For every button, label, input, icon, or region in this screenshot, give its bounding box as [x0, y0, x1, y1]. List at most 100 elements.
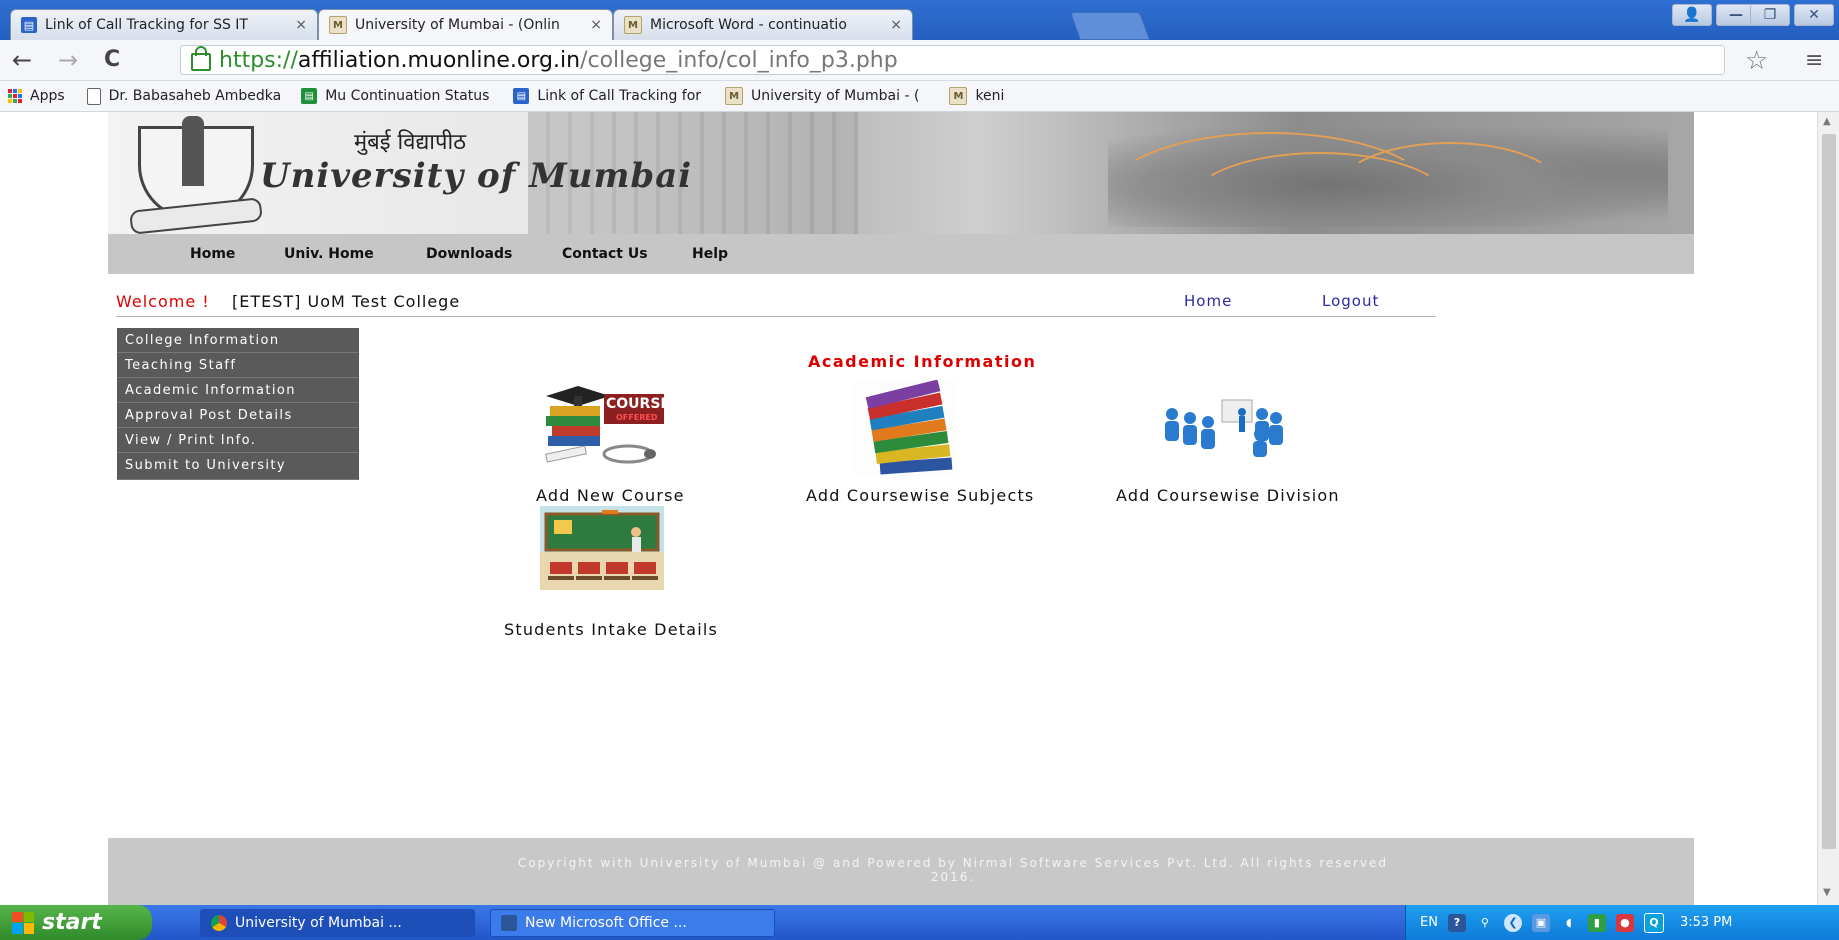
uni-icon: M — [725, 87, 744, 105]
system-tray: EN ? ⚲ ❮ ▣ ◖ ▮ ● Q 3:53 PM — [1405, 905, 1839, 940]
bookmark-label: Apps — [30, 88, 65, 104]
computer-icon[interactable]: ▣ — [1531, 913, 1550, 932]
side-menu-view-print-info[interactable]: View / Print Info. — [117, 428, 359, 453]
site-top-nav: Home Univ. Home Downloads Contact Us Hel… — [108, 234, 1694, 274]
arrow-back-icon[interactable]: ❮ — [1503, 913, 1522, 932]
site-footer: Copyright with University of Mumbai @ an… — [108, 838, 1694, 905]
vertical-scrollbar[interactable]: ▲ ▼ — [1817, 112, 1839, 905]
university-logo — [129, 116, 263, 234]
footer-line-1: Copyright with University of Mumbai @ an… — [517, 856, 1389, 870]
taskbar-item-label: University of Mumbai ... — [235, 915, 402, 931]
nav-contact-us[interactable]: Contact Us — [562, 246, 648, 262]
bookmark-ambedkar[interactable]: Dr. Babasaheb Ambedka — [86, 87, 282, 105]
side-menu-approval-post-details[interactable]: Approval Post Details — [117, 403, 359, 428]
courses-offered-image[interactable]: COURSES OFFERED — [538, 382, 680, 474]
bookmark-label: University of Mumbai - ( — [751, 88, 920, 104]
side-menu-academic-information[interactable]: Academic Information — [117, 378, 359, 403]
help-icon[interactable]: ? — [1447, 913, 1466, 932]
students-classroom-image[interactable] — [540, 506, 664, 590]
browser-tab-call-tracking[interactable]: ▤ Link of Call Tracking for SS IT × — [10, 9, 318, 40]
nav-help[interactable]: Help — [692, 246, 728, 262]
url-path: /college_info/col_info_p3.php — [580, 47, 898, 73]
university-name-hindi: मुंबई विद्यापीठ — [354, 130, 466, 155]
bookmark-label: keni — [975, 88, 1005, 104]
new-tab-button[interactable] — [1069, 12, 1151, 40]
taskbar-item-word[interactable]: New Microsoft Office ... — [490, 909, 775, 937]
offered-image-text: OFFERED — [616, 413, 658, 422]
q-app-icon[interactable]: Q — [1643, 912, 1664, 933]
browser-tab-university[interactable]: M University of Mumbai - (Onlin × — [318, 9, 613, 40]
close-icon[interactable]: × — [890, 17, 902, 33]
nav-home[interactable]: Home — [190, 246, 235, 262]
side-menu-college-information[interactable]: College Information — [117, 328, 359, 353]
browser-tab-strip: ▤ Link of Call Tracking for SS IT × M Un… — [0, 0, 1839, 40]
tab-label: University of Mumbai - (Onlin — [355, 17, 560, 33]
bookmark-continuation-status[interactable]: ▤ Mu Continuation Status — [301, 88, 489, 104]
footer-line-2: 2016. — [930, 870, 976, 884]
language-indicator[interactable]: EN — [1420, 915, 1438, 930]
bookmark-star-icon[interactable]: ☆ — [1745, 46, 1768, 76]
lock-icon — [191, 46, 211, 71]
bookmark-apps[interactable]: Apps — [8, 88, 65, 104]
tab-label: Microsoft Word - continuatio — [650, 17, 847, 33]
classroom-division-image[interactable] — [1160, 396, 1284, 458]
header-home-link[interactable]: Home — [1184, 292, 1232, 310]
word-icon: M — [624, 16, 642, 34]
bookmark-call-tracking[interactable]: ▤ Link of Call Tracking for — [513, 88, 701, 104]
volume-icon[interactable]: ◖ — [1560, 914, 1578, 932]
add-coursewise-division-link[interactable]: Add Coursewise Division — [1116, 486, 1340, 505]
scrollbar-thumb[interactable] — [1822, 134, 1836, 849]
taskbar-item-browser[interactable]: University of Mumbai ... — [200, 909, 475, 937]
chrome-icon — [211, 915, 227, 931]
bookmark-label: Dr. Babasaheb Ambedka — [108, 88, 282, 104]
browser-menu-icon[interactable]: ≡ — [1805, 48, 1823, 73]
nav-downloads[interactable]: Downloads — [426, 246, 512, 262]
antivirus-icon[interactable]: ● — [1615, 913, 1634, 932]
signal-bars-icon[interactable]: ▮ — [1587, 913, 1606, 932]
side-menu-submit-to-university[interactable]: Submit to University — [117, 453, 359, 480]
network-icon[interactable]: ⚲ — [1476, 914, 1494, 932]
windows-flag-icon — [12, 911, 34, 934]
sheet-icon: ▤ — [21, 17, 37, 33]
site-page: मुंबई विद्यापीठ University of Mumbai Hom… — [108, 112, 1694, 905]
add-new-course-link[interactable]: Add New Course — [536, 486, 685, 505]
url-scheme: https:// — [219, 47, 298, 73]
close-window-button[interactable]: ✕ — [1794, 4, 1834, 26]
maximize-button[interactable]: ❐ — [1750, 4, 1790, 26]
section-title: Academic Information — [808, 352, 1037, 371]
reload-button[interactable]: C — [104, 48, 120, 72]
add-coursewise-subjects-link[interactable]: Add Coursewise Subjects — [806, 486, 1034, 505]
close-icon[interactable]: × — [295, 17, 307, 33]
divider — [116, 316, 1436, 317]
page-icon — [86, 87, 101, 105]
browser-toolbar: ← → C https:// affiliation.muonline.org.… — [0, 40, 1839, 81]
user-profile-button[interactable]: 👤 — [1672, 4, 1712, 26]
books-stack-image[interactable] — [854, 379, 958, 476]
students-intake-details-link[interactable]: Students Intake Details — [504, 620, 718, 639]
bookmark-label: Mu Continuation Status — [325, 88, 490, 104]
scroll-up-arrow-icon[interactable]: ▲ — [1823, 116, 1831, 127]
close-icon[interactable]: × — [590, 17, 602, 33]
nav-univ-home[interactable]: Univ. Home — [284, 246, 374, 262]
bookmark-keni[interactable]: M keni — [949, 87, 1004, 105]
page-viewport: मुंबई विद्यापीठ University of Mumbai Hom… — [0, 112, 1817, 905]
bookmarks-bar: Apps Dr. Babasaheb Ambedka ▤ Mu Continua… — [0, 81, 1839, 112]
footer-copyright: Copyright with University of Mumbai @ an… — [458, 856, 1448, 884]
browser-tab-word[interactable]: M Microsoft Word - continuatio × — [613, 9, 913, 40]
university-name-english: University of Mumbai — [260, 156, 693, 196]
start-button[interactable]: start — [0, 905, 152, 940]
site-banner: मुंबई विद्यापीठ University of Mumbai — [108, 112, 1694, 234]
back-button[interactable]: ← — [12, 48, 32, 72]
bookmark-university[interactable]: M University of Mumbai - ( — [725, 87, 919, 105]
address-bar[interactable]: https:// affiliation.muonline.org.in /co… — [180, 45, 1725, 75]
logout-link[interactable]: Logout — [1322, 292, 1379, 310]
welcome-text: Welcome ! — [116, 292, 210, 311]
side-menu-teaching-staff[interactable]: Teaching Staff — [117, 353, 359, 378]
scroll-down-arrow-icon[interactable]: ▼ — [1823, 887, 1831, 898]
word-doc-icon — [501, 915, 517, 931]
side-menu: College Information Teaching Staff Acade… — [117, 328, 359, 480]
clock[interactable]: 3:53 PM — [1680, 915, 1732, 930]
bookmark-label: Link of Call Tracking for — [537, 88, 702, 104]
sheet-green-icon: ▤ — [301, 88, 318, 104]
forward-button[interactable]: → — [58, 48, 78, 72]
